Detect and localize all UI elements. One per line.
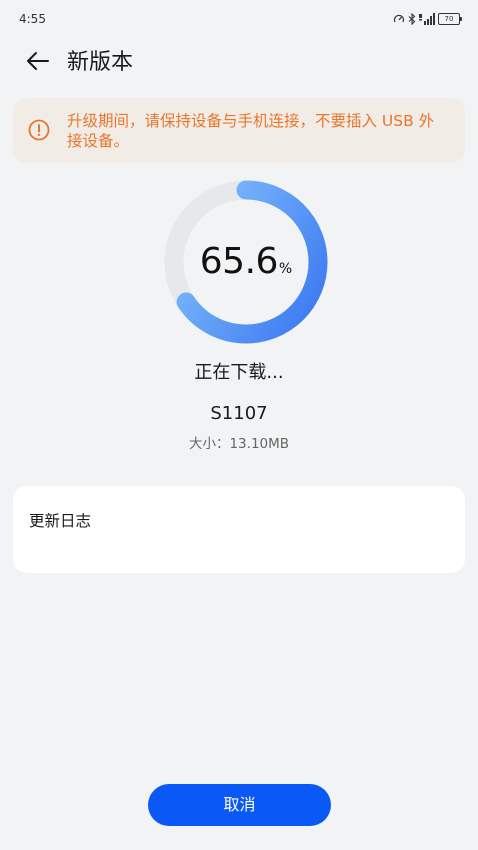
signal-icon	[419, 10, 435, 29]
battery-icon: 70	[438, 13, 462, 25]
warning-text: 升级期间，请保持设备与手机连接，不要插入 USB 外接设备。	[67, 112, 435, 150]
progress-unit: %	[278, 261, 293, 277]
status-icons: 70	[393, 10, 462, 29]
page-title: 新版本	[67, 50, 134, 75]
cancel-button[interactable]: 取消	[148, 784, 331, 826]
download-status: 正在下载...	[194, 362, 284, 383]
progress-percentage: 65.6%	[164, 239, 328, 285]
speed-icon	[393, 10, 405, 29]
alert-circle-icon	[28, 119, 50, 141]
warning-banner: 升级期间，请保持设备与手机连接，不要插入 USB 外接设备。	[13, 98, 465, 163]
arrow-left-icon	[26, 51, 50, 75]
status-time: 4:55	[19, 12, 46, 26]
progress-value: 65.6	[199, 241, 279, 282]
version-name: S1107	[210, 403, 268, 424]
status-bar: 4:55 70	[0, 0, 478, 40]
bluetooth-icon	[408, 10, 416, 29]
changelog-title: 更新日志	[29, 512, 92, 530]
header: 新版本	[0, 40, 478, 84]
package-size: 大小：13.10MB	[188, 436, 290, 452]
changelog-card[interactable]: 更新日志	[13, 486, 465, 573]
battery-level: 70	[444, 15, 454, 23]
back-button[interactable]	[22, 48, 54, 78]
